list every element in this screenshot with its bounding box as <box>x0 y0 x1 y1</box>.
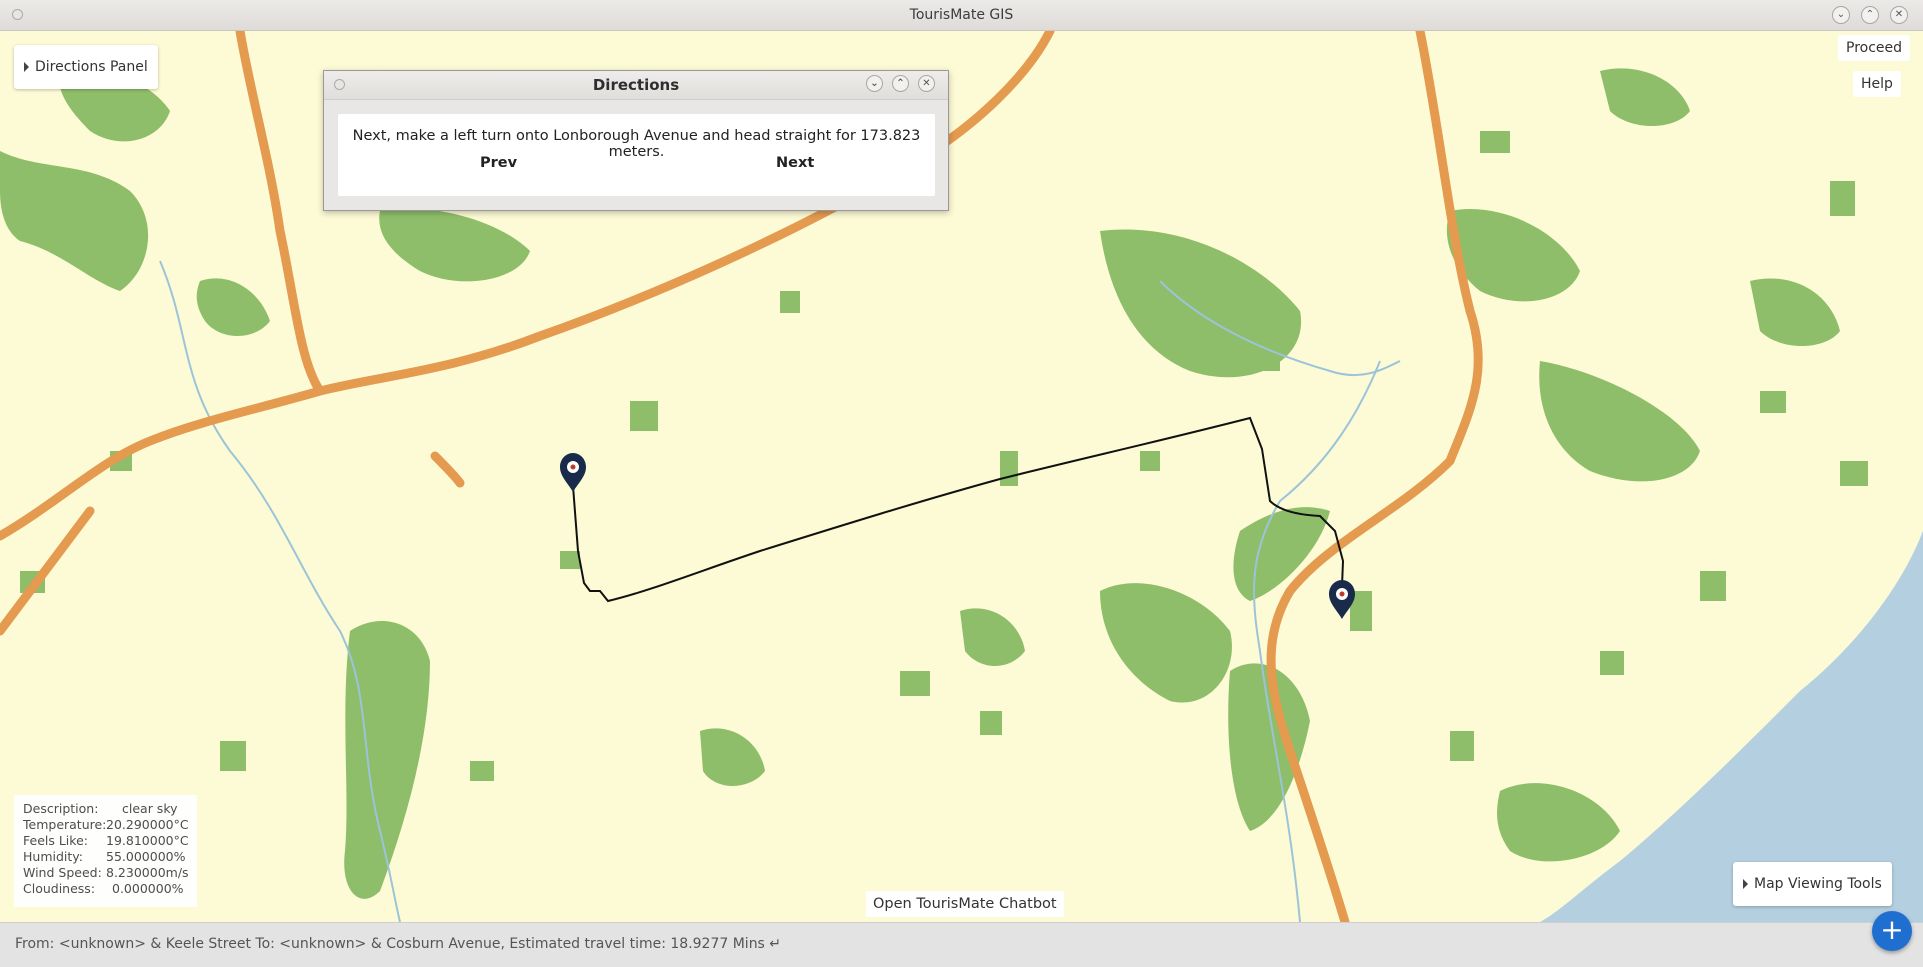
weather-row: Description: clear sky <box>23 801 178 816</box>
weather-row: Wind Speed: 8.230000m/s <box>23 865 189 880</box>
weather-row: Humidity: 55.000000% <box>23 849 186 864</box>
directions-dialog: Directions ⌄ ⌃ ✕ Next, make a left turn … <box>323 70 949 211</box>
add-fab-button[interactable]: + <box>1872 911 1912 951</box>
dialog-title-bar[interactable]: Directions ⌄ ⌃ ✕ <box>324 71 948 100</box>
chevron-right-icon <box>1743 879 1748 889</box>
maximize-icon[interactable]: ⌃ <box>1861 6 1879 24</box>
dialog-body: Next, make a left turn onto Lonborough A… <box>338 114 935 196</box>
dialog-close-icon[interactable]: ✕ <box>918 75 935 92</box>
route-line <box>572 416 1345 603</box>
weather-row: Feels Like: 19.810000°C <box>23 833 189 848</box>
minimize-icon[interactable]: ⌄ <box>1832 6 1850 24</box>
directions-panel-label: Directions Panel <box>35 59 148 75</box>
chevron-right-icon <box>24 62 29 72</box>
status-bar: From: <unknown> & Keele Street To: <unkn… <box>0 922 1923 967</box>
dialog-title: Directions <box>592 76 680 94</box>
window-title-bar: TourisMate GIS ⌄ ⌃ ✕ <box>0 0 1923 31</box>
map-viewing-tools-button[interactable]: Map Viewing Tools <box>1733 862 1892 906</box>
close-icon[interactable]: ✕ <box>1890 6 1908 24</box>
prev-button[interactable]: Prev <box>480 155 517 171</box>
dialog-minimize-icon[interactable]: ⌄ <box>866 75 883 92</box>
next-button[interactable]: Next <box>776 155 814 171</box>
dialog-menu-dot[interactable] <box>334 79 345 90</box>
help-button[interactable]: Help <box>1853 71 1901 97</box>
map-viewing-tools-label: Map Viewing Tools <box>1754 876 1882 892</box>
directions-panel-button[interactable]: Directions Panel <box>14 45 158 89</box>
weather-row: Cloudiness: 0.000000% <box>23 881 184 896</box>
proceed-button[interactable]: Proceed <box>1838 35 1911 61</box>
window-menu-dot[interactable] <box>12 9 23 20</box>
map-graphics[interactable] <box>0 31 1923 922</box>
weather-panel: Description: clear sky Temperature:20.290… <box>14 795 197 907</box>
weather-row: Temperature:20.290000°C <box>23 817 189 832</box>
start-marker[interactable] <box>560 453 586 492</box>
direction-instruction: Next, make a left turn onto Lonborough A… <box>352 128 921 160</box>
window-title: TourisMate GIS <box>909 7 1014 23</box>
dialog-maximize-icon[interactable]: ⌃ <box>892 75 909 92</box>
map-canvas[interactable]: Directions Panel Proceed Help Map Viewin… <box>0 31 1923 922</box>
open-chatbot-button[interactable]: Open TourisMate Chatbot <box>866 891 1064 917</box>
